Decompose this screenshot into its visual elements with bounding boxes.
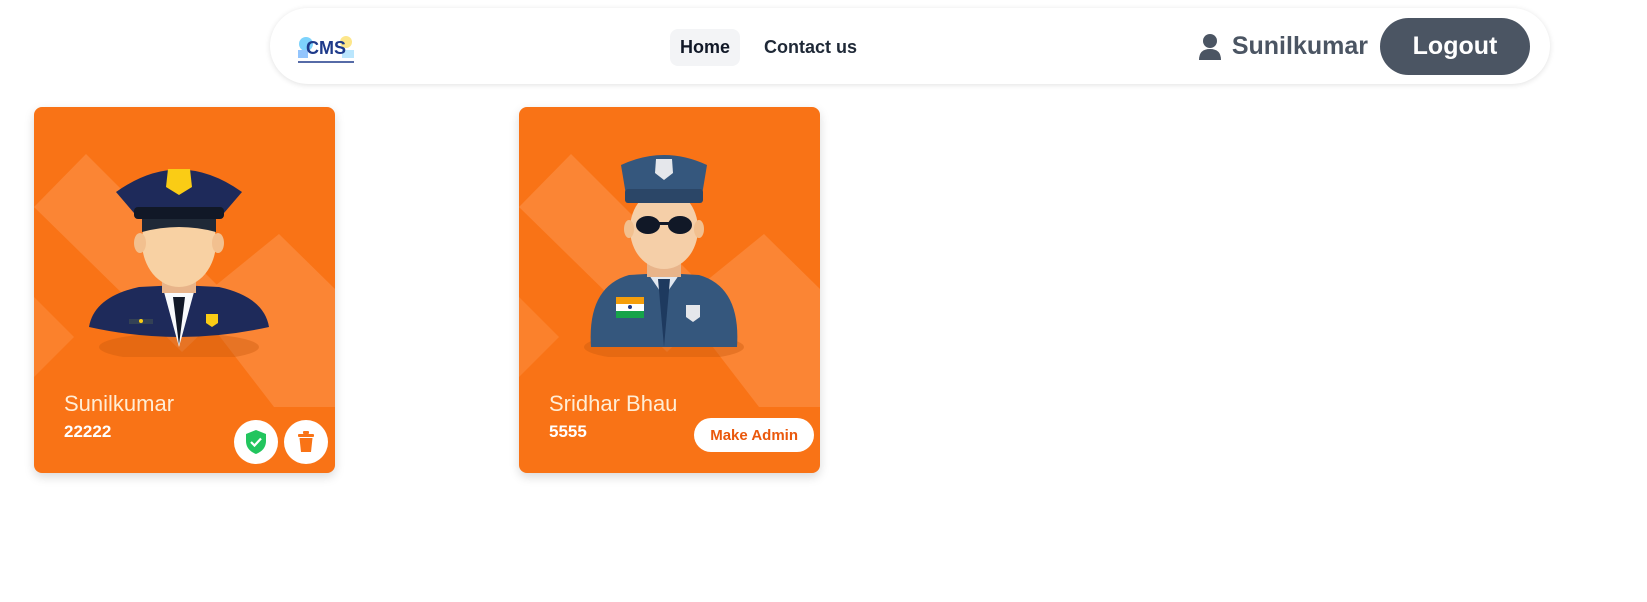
officer-name: Sunilkumar xyxy=(64,391,175,416)
verify-button[interactable] xyxy=(234,420,278,464)
logo-text: CMS xyxy=(306,38,346,58)
delete-button[interactable] xyxy=(284,420,328,464)
officer-card: Sridhar Bhau 5555 Make Admin xyxy=(519,107,820,473)
verified-shield-icon xyxy=(246,430,266,454)
top-navbar: CMS Home Contact us Sunilkumar Logout xyxy=(270,8,1550,84)
cms-logo[interactable]: CMS xyxy=(294,30,358,64)
nav-home-link[interactable]: Home xyxy=(670,29,741,66)
officer-number: 22222 xyxy=(64,422,112,441)
current-username: Sunilkumar xyxy=(1231,32,1368,60)
make-admin-button[interactable]: Make Admin xyxy=(694,418,814,452)
police-officer-navy-cap-icon xyxy=(89,169,269,357)
officer-number: 5555 xyxy=(549,422,587,441)
user-icon xyxy=(1198,33,1222,61)
officer-card: Sunilkumar 22222 xyxy=(34,107,335,473)
trash-icon xyxy=(298,431,314,452)
police-officer-sunglasses-icon xyxy=(584,155,744,357)
nav-contact-link[interactable]: Contact us xyxy=(754,29,867,66)
logout-button[interactable]: Logout xyxy=(1380,18,1530,75)
officer-name: Sridhar Bhau xyxy=(549,391,678,416)
